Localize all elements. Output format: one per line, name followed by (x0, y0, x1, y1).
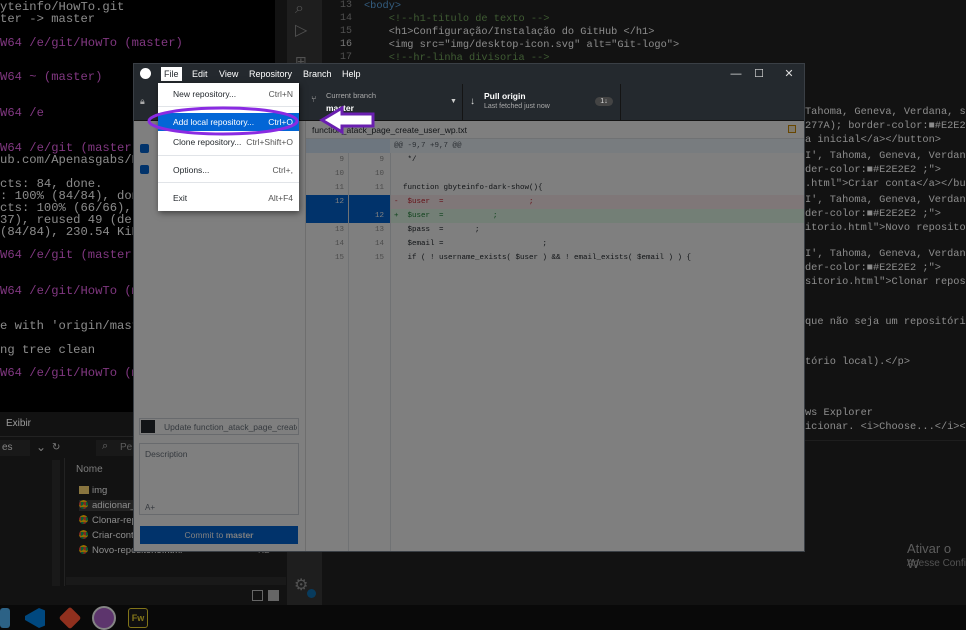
title-bar: File Edit View Repository Branch Help — … (134, 64, 804, 84)
branch-label: Current branch (326, 91, 377, 100)
menu-item-exit[interactable]: Exit Alt+F4 (158, 189, 299, 207)
menu-repository[interactable]: Repository (246, 67, 295, 81)
menu-separator (158, 155, 299, 156)
minimize-icon[interactable]: — (726, 66, 746, 82)
menu-item-label: Exit (173, 193, 188, 203)
commit-count-badge: 1↓ (595, 97, 613, 106)
menu-item-shortcut: Alt+F4 (268, 193, 293, 203)
menu-file[interactable]: File (161, 67, 182, 81)
menu-item-label: Options... (173, 165, 210, 175)
annotation-overlay (147, 105, 375, 136)
maximize-icon[interactable]: ☐ (749, 66, 769, 82)
arrow-down-icon: ↓ (470, 96, 475, 107)
menu-item-shortcut: Ctrl+, (272, 165, 293, 175)
arrow-left-icon (319, 105, 375, 135)
menu-edit[interactable]: Edit (189, 67, 211, 81)
menu-view[interactable]: View (216, 67, 241, 81)
menu-separator (158, 182, 299, 183)
menu-branch[interactable]: Branch (300, 67, 335, 81)
close-icon[interactable]: ✕ (779, 66, 799, 82)
fetch-status: Last fetched just now (484, 103, 550, 110)
menu-item-options[interactable]: Options... Ctrl+, (158, 161, 299, 179)
menu-help[interactable]: Help (339, 67, 364, 81)
pull-label: Pull origin (484, 91, 526, 101)
chevron-down-icon: ▼ (450, 98, 457, 105)
highlight-ellipse (147, 106, 299, 136)
pull-origin-button[interactable]: ↓ Pull origin Last fetched just now 1↓ (463, 84, 621, 121)
github-logo-icon (140, 68, 151, 79)
badge-value: 1 (600, 98, 605, 105)
desktop: yteinfo/HowTo.git ter -> master W64 /e/g… (0, 0, 966, 630)
